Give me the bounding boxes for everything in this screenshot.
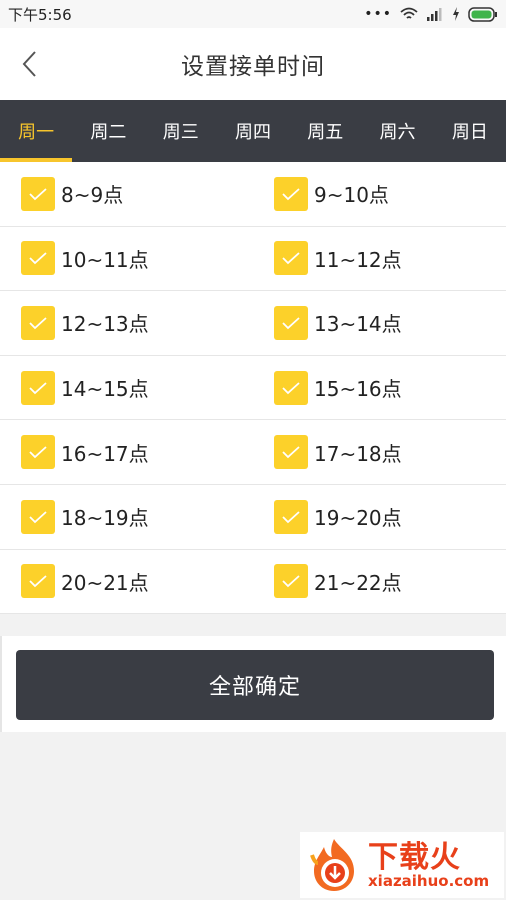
time-slot-label: 16~17点 [61,441,149,466]
check-icon [29,511,47,524]
checkbox[interactable] [21,176,55,211]
status-dots: ••• [364,6,392,22]
checkbox[interactable] [274,241,308,276]
confirm-all-button[interactable]: 全部确定 [16,650,494,720]
signal-icon [427,8,442,21]
checkbox[interactable] [274,370,308,405]
tab-saturday[interactable]: 周六 [361,100,433,162]
time-slot-label: 8~9点 [61,183,124,208]
time-slot-label: 11~12点 [314,247,402,272]
checkbox[interactable] [21,370,55,405]
time-slot-option[interactable]: 15~16点 [253,356,506,420]
checkbox[interactable] [274,176,308,211]
time-slot-option[interactable]: 19~20点 [253,485,506,549]
time-slot-option[interactable]: 18~19点 [0,485,253,549]
weekday-tabs: 周一 周二 周三 周四 周五 周六 周日 [0,100,506,162]
checkbox[interactable] [21,305,55,340]
tab-thursday[interactable]: 周四 [217,100,289,162]
check-icon [29,252,47,265]
check-icon [282,252,300,265]
tab-tuesday[interactable]: 周二 [72,100,144,162]
flame-logo-icon [310,839,354,891]
check-icon [282,317,300,330]
check-icon [29,446,47,459]
title-bar: 设置接单时间 [0,28,506,100]
time-slot-label: 21~22点 [314,570,402,595]
time-slot-label: 9~10点 [314,183,389,208]
time-slot-label: 10~11点 [61,247,149,272]
battery-icon [468,6,497,22]
tab-friday[interactable]: 周五 [289,100,361,162]
time-slot-label: 19~20点 [314,506,402,531]
checkbox[interactable] [274,499,308,534]
time-slot-row: 16~17点 17~18点 [0,420,506,485]
time-slot-label: 15~16点 [314,377,402,402]
tab-label: 周四 [234,122,271,143]
time-slot-label: 18~19点 [61,506,149,531]
time-slot-label: 20~21点 [61,570,149,595]
check-icon [29,575,47,588]
back-button[interactable] [14,48,44,80]
check-icon [282,188,300,201]
confirm-area: 全部确定 [0,636,506,732]
check-icon [282,381,300,394]
time-slot-label: 14~15点 [61,377,149,402]
watermark: 下载火 xiazaihuo.com [300,832,504,898]
tab-sunday[interactable]: 周日 [434,100,506,162]
tab-label: 周一 [18,122,55,143]
time-slot-option[interactable]: 12~13点 [0,291,253,355]
tab-wednesday[interactable]: 周三 [145,100,217,162]
check-icon [282,446,300,459]
time-slot-option[interactable]: 8~9点 [0,162,253,226]
time-slot-grid: 8~9点 9~10点 10~11点 11~12点 12~13点 13~14点 1… [0,162,506,615]
time-slot-label: 12~13点 [61,312,149,337]
checkbox[interactable] [21,435,55,470]
tab-monday[interactable]: 周一 [0,100,73,162]
time-slot-option[interactable]: 13~14点 [253,291,506,355]
tab-label: 周日 [451,122,488,143]
wifi-icon [400,7,418,19]
check-icon [29,188,47,201]
time-slot-option[interactable]: 17~18点 [253,420,506,484]
time-slot-option[interactable]: 14~15点 [0,356,253,420]
time-slot-option[interactable]: 11~12点 [253,227,506,291]
tab-label: 周五 [307,122,344,143]
checkbox[interactable] [21,499,55,534]
time-slot-label: 17~18点 [314,441,402,466]
time-slot-label: 13~14点 [314,312,402,337]
tab-label: 周六 [379,122,416,143]
watermark-text: 下载火 xiazaihuo.com [368,841,489,889]
check-icon [282,575,300,588]
check-icon [29,381,47,394]
time-slot-row: 12~13点 13~14点 [0,291,506,356]
time-slot-option[interactable]: 10~11点 [0,227,253,291]
watermark-brand: 下载火 [368,840,461,875]
time-slot-row: 20~21点 21~22点 [0,550,506,615]
page-title: 设置接单时间 [181,54,325,80]
watermark-url: xiazaihuo.com [368,872,490,890]
time-slot-row: 14~15点 15~16点 [0,356,506,421]
chevron-left-icon [22,51,36,77]
checkbox[interactable] [21,564,55,599]
checkbox[interactable] [274,305,308,340]
check-icon [282,511,300,524]
checkbox[interactable] [21,241,55,276]
status-icons: ••• [364,6,498,22]
charging-icon [453,7,459,21]
time-slot-row: 8~9点 9~10点 [0,162,506,227]
time-slot-row: 10~11点 11~12点 [0,227,506,292]
time-slot-option[interactable]: 16~17点 [0,420,253,484]
status-time: 下午5:56 [8,5,72,24]
time-slot-option[interactable]: 20~21点 [0,550,253,614]
time-slot-option[interactable]: 21~22点 [253,550,506,614]
checkbox[interactable] [274,564,308,599]
time-slot-option[interactable]: 9~10点 [253,162,506,226]
time-slot-row: 18~19点 19~20点 [0,485,506,550]
checkbox[interactable] [274,435,308,470]
check-icon [29,317,47,330]
status-bar: 下午5:56 ••• [0,0,506,28]
tab-label: 周三 [162,122,199,143]
tab-label: 周二 [90,122,127,143]
